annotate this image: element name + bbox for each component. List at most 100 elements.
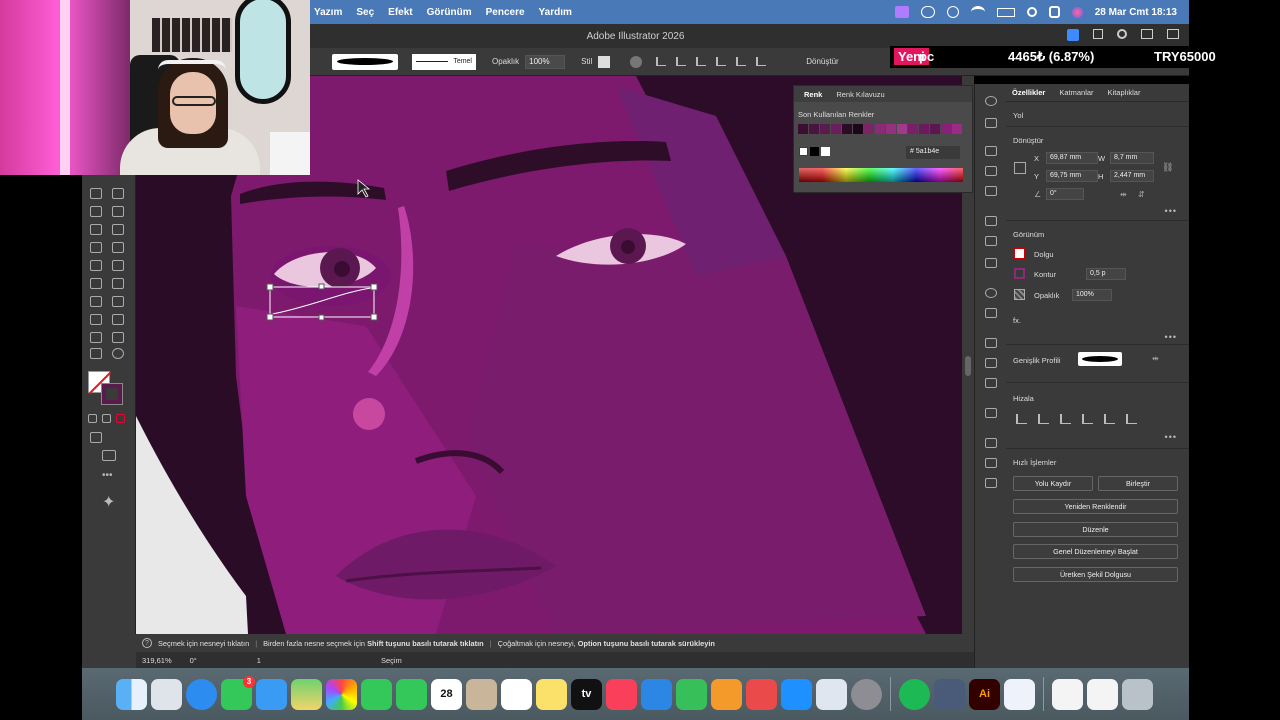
align-middle-icon[interactable] (736, 57, 747, 66)
align-left-icon[interactable] (656, 57, 667, 66)
flip-profile-icon[interactable]: ⇹ (1152, 354, 1159, 363)
x-input[interactable]: 69,87 mm (1046, 152, 1098, 164)
more-options-icon[interactable]: ••• (1165, 432, 1177, 442)
white-swatch[interactable] (821, 147, 830, 156)
arrange-button[interactable]: Düzenle (1013, 522, 1178, 537)
numbers-icon[interactable] (676, 678, 707, 710)
more-options-icon[interactable]: ••• (1165, 332, 1177, 342)
menu-clock[interactable]: 28 Mar Cmt 18:13 (1095, 7, 1177, 18)
width-profile-picker[interactable] (1078, 352, 1122, 366)
tab-properties[interactable]: Özellikler (1012, 88, 1045, 97)
align-left-icon[interactable] (1016, 414, 1027, 424)
gradient-mode-icon[interactable] (102, 414, 111, 423)
selection-handle[interactable] (266, 313, 274, 321)
illustrator-icon[interactable]: Ai (969, 678, 1000, 710)
selection-handle[interactable] (266, 283, 274, 291)
vpn-icon[interactable] (1004, 678, 1035, 710)
fill-swatch-icon[interactable] (1014, 248, 1025, 259)
transform-panel-icon[interactable] (985, 458, 997, 468)
finder2-icon[interactable] (934, 678, 965, 710)
reminders-icon[interactable] (501, 678, 532, 710)
finder-icon[interactable] (116, 678, 147, 710)
trash-icon[interactable] (1122, 678, 1153, 710)
recent-color-swatch[interactable] (864, 124, 874, 134)
more-options-icon[interactable]: ••• (1165, 206, 1177, 216)
offset-path-button[interactable]: Yolu Kaydır (1013, 476, 1093, 491)
app-store-icon[interactable] (781, 678, 812, 710)
gradient-panel-icon[interactable] (985, 236, 997, 246)
menu-yardim[interactable]: Yardım (539, 7, 572, 18)
mesh-tool-icon[interactable] (112, 260, 124, 271)
stroke-color-swatch[interactable] (101, 383, 123, 405)
recolor-icon[interactable] (630, 55, 643, 68)
stage-manager-icon[interactable] (894, 6, 909, 18)
global-edit-button[interactable]: Genel Düzenlemeyi Başlat (1013, 544, 1178, 559)
scale-tool-icon[interactable] (112, 206, 124, 217)
magic-wand-icon[interactable]: ✦ (102, 492, 115, 511)
recent-color-swatch[interactable] (820, 124, 830, 134)
pathfinder-icon[interactable] (985, 438, 997, 448)
photos-icon[interactable] (326, 678, 357, 710)
artboard-number[interactable]: 1 (257, 656, 261, 665)
align-horizontal-center-icon[interactable] (1038, 414, 1049, 424)
recent-color-swatch[interactable] (897, 124, 907, 134)
rocket-icon[interactable] (746, 678, 777, 710)
rotation-value[interactable]: 0° (190, 656, 197, 665)
draw-mode-icon[interactable] (90, 432, 102, 443)
graph-tool-icon[interactable] (90, 314, 102, 325)
zoom-tool-icon[interactable] (112, 348, 124, 359)
battery-icon[interactable] (996, 7, 1015, 17)
stroke-label[interactable]: Kontur (1034, 270, 1056, 279)
safari-icon[interactable] (186, 678, 217, 710)
align-bottom-icon[interactable] (756, 57, 767, 66)
pen-tool-icon[interactable] (90, 188, 102, 199)
artboards-icon[interactable] (985, 378, 997, 388)
align-panel-icon[interactable] (985, 216, 997, 226)
scrollbar-thumb[interactable] (965, 356, 971, 376)
height-input[interactable]: 2,447 mm (1110, 170, 1154, 182)
magic-icon[interactable] (1093, 29, 1103, 39)
slice-tool-icon[interactable] (90, 332, 102, 343)
messages-icon[interactable]: 3 (221, 675, 255, 710)
document-icon[interactable] (1052, 678, 1083, 710)
zoom-level[interactable]: 319,61% (142, 656, 172, 665)
recent-color-swatch[interactable] (853, 124, 863, 134)
align-top-icon[interactable] (716, 57, 727, 66)
hex-input[interactable]: # 5a1b4e (906, 146, 960, 159)
menu-gorunum[interactable]: Görünüm (427, 7, 472, 18)
selection-handle[interactable] (318, 283, 325, 290)
recent-color-swatch[interactable] (930, 124, 940, 134)
recent-color-swatch[interactable] (919, 124, 929, 134)
screen-mode-icon[interactable] (102, 450, 116, 461)
recent-color-swatch[interactable] (952, 124, 962, 134)
selection-handle[interactable] (318, 314, 325, 321)
control-center-icon[interactable] (1048, 6, 1060, 18)
recent-color-swatch[interactable] (886, 124, 896, 134)
hand-tool-icon[interactable] (112, 332, 124, 343)
layers-panel-icon[interactable] (985, 118, 997, 128)
appearance-opacity-label[interactable]: Opaklık (1034, 291, 1059, 300)
recent-color-swatch[interactable] (941, 124, 951, 134)
rotate-tool-icon[interactable] (90, 206, 102, 217)
calendar-icon[interactable]: 28 (431, 678, 462, 710)
phone-icon[interactable] (396, 678, 427, 710)
play-icon[interactable] (946, 6, 959, 18)
navigator-icon[interactable] (985, 478, 997, 488)
menu-pencere[interactable]: Pencere (486, 7, 525, 18)
eraser-tool-icon[interactable] (112, 188, 124, 199)
graphic-style-swatch[interactable] (598, 55, 611, 68)
color-spectrum[interactable] (799, 168, 963, 182)
recent-color-swatch[interactable] (875, 124, 885, 134)
artboard-tool-icon[interactable] (112, 314, 124, 325)
recent-color-swatch[interactable] (908, 124, 918, 134)
menu-efekt[interactable]: Efekt (388, 7, 412, 18)
export-icon[interactable] (985, 358, 997, 368)
help-icon[interactable]: ? (142, 638, 152, 648)
search-icon[interactable] (1117, 29, 1127, 39)
brushes-icon[interactable] (985, 166, 997, 176)
recent-color-swatch[interactable] (842, 124, 852, 134)
y-input[interactable]: 69,75 mm (1046, 170, 1098, 182)
tab-color[interactable]: Renk (804, 90, 822, 99)
settings-icon[interactable] (851, 678, 882, 710)
libraries-icon[interactable] (985, 146, 997, 156)
